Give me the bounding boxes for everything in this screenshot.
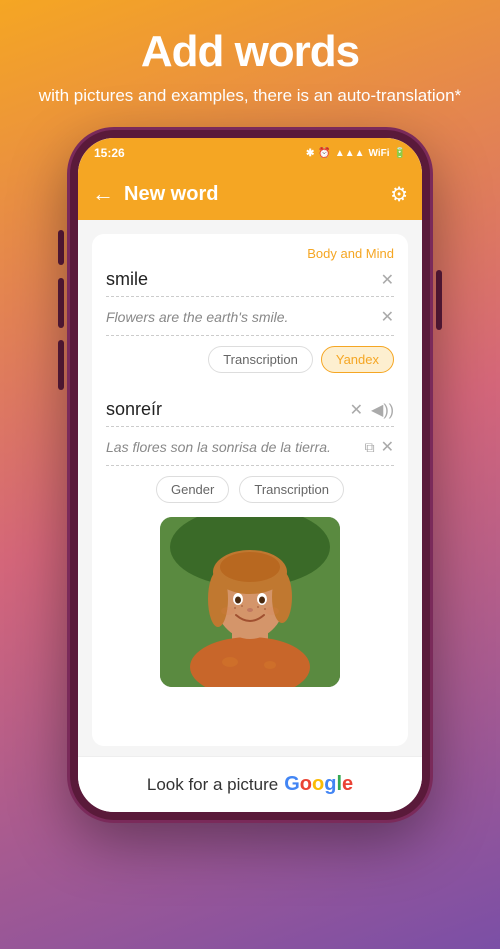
translation-icons: ✕ ◀)) (350, 400, 394, 420)
battery-icon: 🔋 (394, 148, 406, 159)
copy-icon[interactable]: ⧉ (365, 439, 375, 456)
settings-icon[interactable]: ⚙ (390, 182, 408, 207)
phone-wrapper: 15:26 ✱ ⏰ ▲▲▲ WiFi 🔋 ← New word ⚙ Body a… (70, 130, 430, 820)
phone-btn-left1 (58, 230, 64, 265)
sound-icon[interactable]: ◀)) (371, 400, 394, 420)
status-icons: ✱ ⏰ ▲▲▲ WiFi 🔋 (306, 148, 406, 159)
image-container[interactable] (160, 517, 340, 687)
main-card: Body and Mind smile ✕ Flowers are the ea… (92, 234, 408, 746)
top-text-section: Add words with pictures and examples, th… (19, 0, 481, 120)
category-label: Body and Mind (106, 246, 394, 261)
clear-example-icon[interactable]: ✕ (381, 307, 394, 327)
g-letter-red2: e (342, 773, 353, 795)
content-area: Body and Mind smile ✕ Flowers are the ea… (78, 220, 422, 756)
g-letter-red: o (300, 773, 312, 795)
phone-btn-right (436, 270, 442, 330)
example-input-row[interactable]: Flowers are the earth's smile. ✕ (106, 307, 394, 336)
clear-trans-example-icon[interactable]: ✕ (381, 437, 394, 457)
alarm-icon: ⏰ (318, 148, 330, 159)
wifi-icon: WiFi (369, 148, 390, 159)
translation-word: sonreír (106, 399, 350, 420)
translation-actions: Gender Transcription (106, 476, 394, 503)
look-for-text: Look for a picture (147, 775, 278, 795)
translation-example-row[interactable]: Las flores son la sonrisa de la tierra. … (106, 437, 394, 466)
section-divider (106, 387, 394, 399)
clear-word-icon[interactable]: ✕ (381, 270, 394, 290)
bluetooth-icon: ✱ (306, 148, 314, 159)
phone-btn-left3 (58, 340, 64, 390)
phone-btn-left2 (58, 278, 64, 328)
status-time: 15:26 (94, 146, 125, 160)
word-value: smile (106, 269, 381, 290)
app-header: ← New word ⚙ (78, 168, 422, 220)
g-letter-yellow: o (312, 773, 324, 795)
person-image (160, 517, 340, 687)
google-logo: Google (284, 773, 353, 796)
signal-icon: ▲▲▲ (335, 148, 365, 159)
g-letter-blue: G (284, 773, 300, 795)
page-title: New word (124, 183, 380, 206)
main-subheading: with pictures and examples, there is an … (39, 84, 461, 108)
phone-frame: 15:26 ✱ ⏰ ▲▲▲ WiFi 🔋 ← New word ⚙ Body a… (70, 130, 430, 820)
gender-button[interactable]: Gender (156, 476, 229, 503)
yandex-button[interactable]: Yandex (321, 346, 394, 373)
word-input-row[interactable]: smile ✕ (106, 269, 394, 297)
translation-example: Las flores son la sonrisa de la tierra. (106, 439, 365, 455)
main-heading: Add words (39, 28, 461, 76)
example-text: Flowers are the earth's smile. (106, 309, 381, 325)
transcription-button[interactable]: Transcription (208, 346, 313, 373)
back-button[interactable]: ← (92, 181, 114, 207)
bottom-bar[interactable]: Look for a picture Google (78, 756, 422, 812)
translation-example-icons: ⧉ ✕ (365, 437, 394, 457)
translation-word-row[interactable]: sonreír ✕ ◀)) (106, 399, 394, 427)
clear-translation-icon[interactable]: ✕ (350, 400, 363, 420)
g-letter-blue2: g (324, 773, 336, 795)
word-actions: Transcription Yandex (106, 346, 394, 373)
status-bar: 15:26 ✱ ⏰ ▲▲▲ WiFi 🔋 (78, 138, 422, 168)
transcription-trans-button[interactable]: Transcription (239, 476, 344, 503)
